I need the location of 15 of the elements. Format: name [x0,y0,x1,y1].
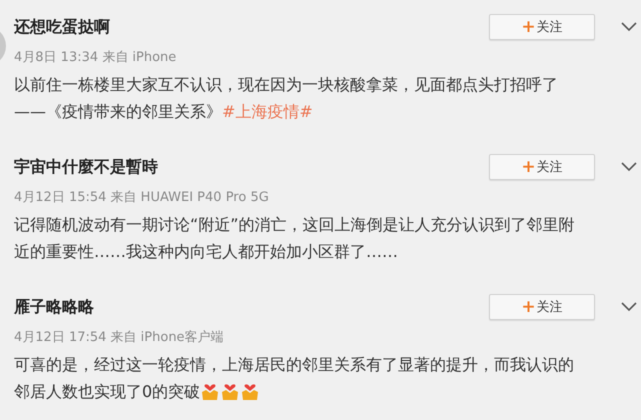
author-name[interactable]: 宇宙中什麼不是暫時 [14,156,158,178]
author-name[interactable]: 还想吃蛋挞啊 [14,16,110,38]
post-meta: 4月12日 15:54 来自 HUAWEI P40 Pro 5G [14,189,270,206]
author-name[interactable]: 雁子略略略 [14,296,94,318]
post-meta: 4月8日 13:34 来自 iPhone [14,49,178,66]
follow-button[interactable]: +关注 [489,14,595,40]
chevron-down-icon[interactable] [621,22,637,32]
follow-button[interactable]: +关注 [489,294,595,320]
post-meta: 4月12日 17:54 来自 iPhone客户端 [14,329,225,346]
chevron-down-icon[interactable] [621,162,637,172]
post-text: 可喜的是，经过这一轮疫情，上海居民的邻里关系有了显著的提升，而我认识的 邻居人数也实现了0的突破 [14,354,575,403]
follow-button[interactable]: +关注 [489,154,595,180]
chevron-down-icon[interactable] [621,302,637,312]
post-text: 以前住一栋楼里大家互不认识，现在因为一块核酸拿菜，见面都点头打招呼了 ——《疫情带来的邻里关系》#上海疫情# [14,74,559,123]
post-text: 记得随机波动有一期讨论“附近”的消亡，这回上海倒是让人充分认识到了邻里附 近的重要性……我这种内向宅人都开始加小区群了…… [14,214,576,263]
